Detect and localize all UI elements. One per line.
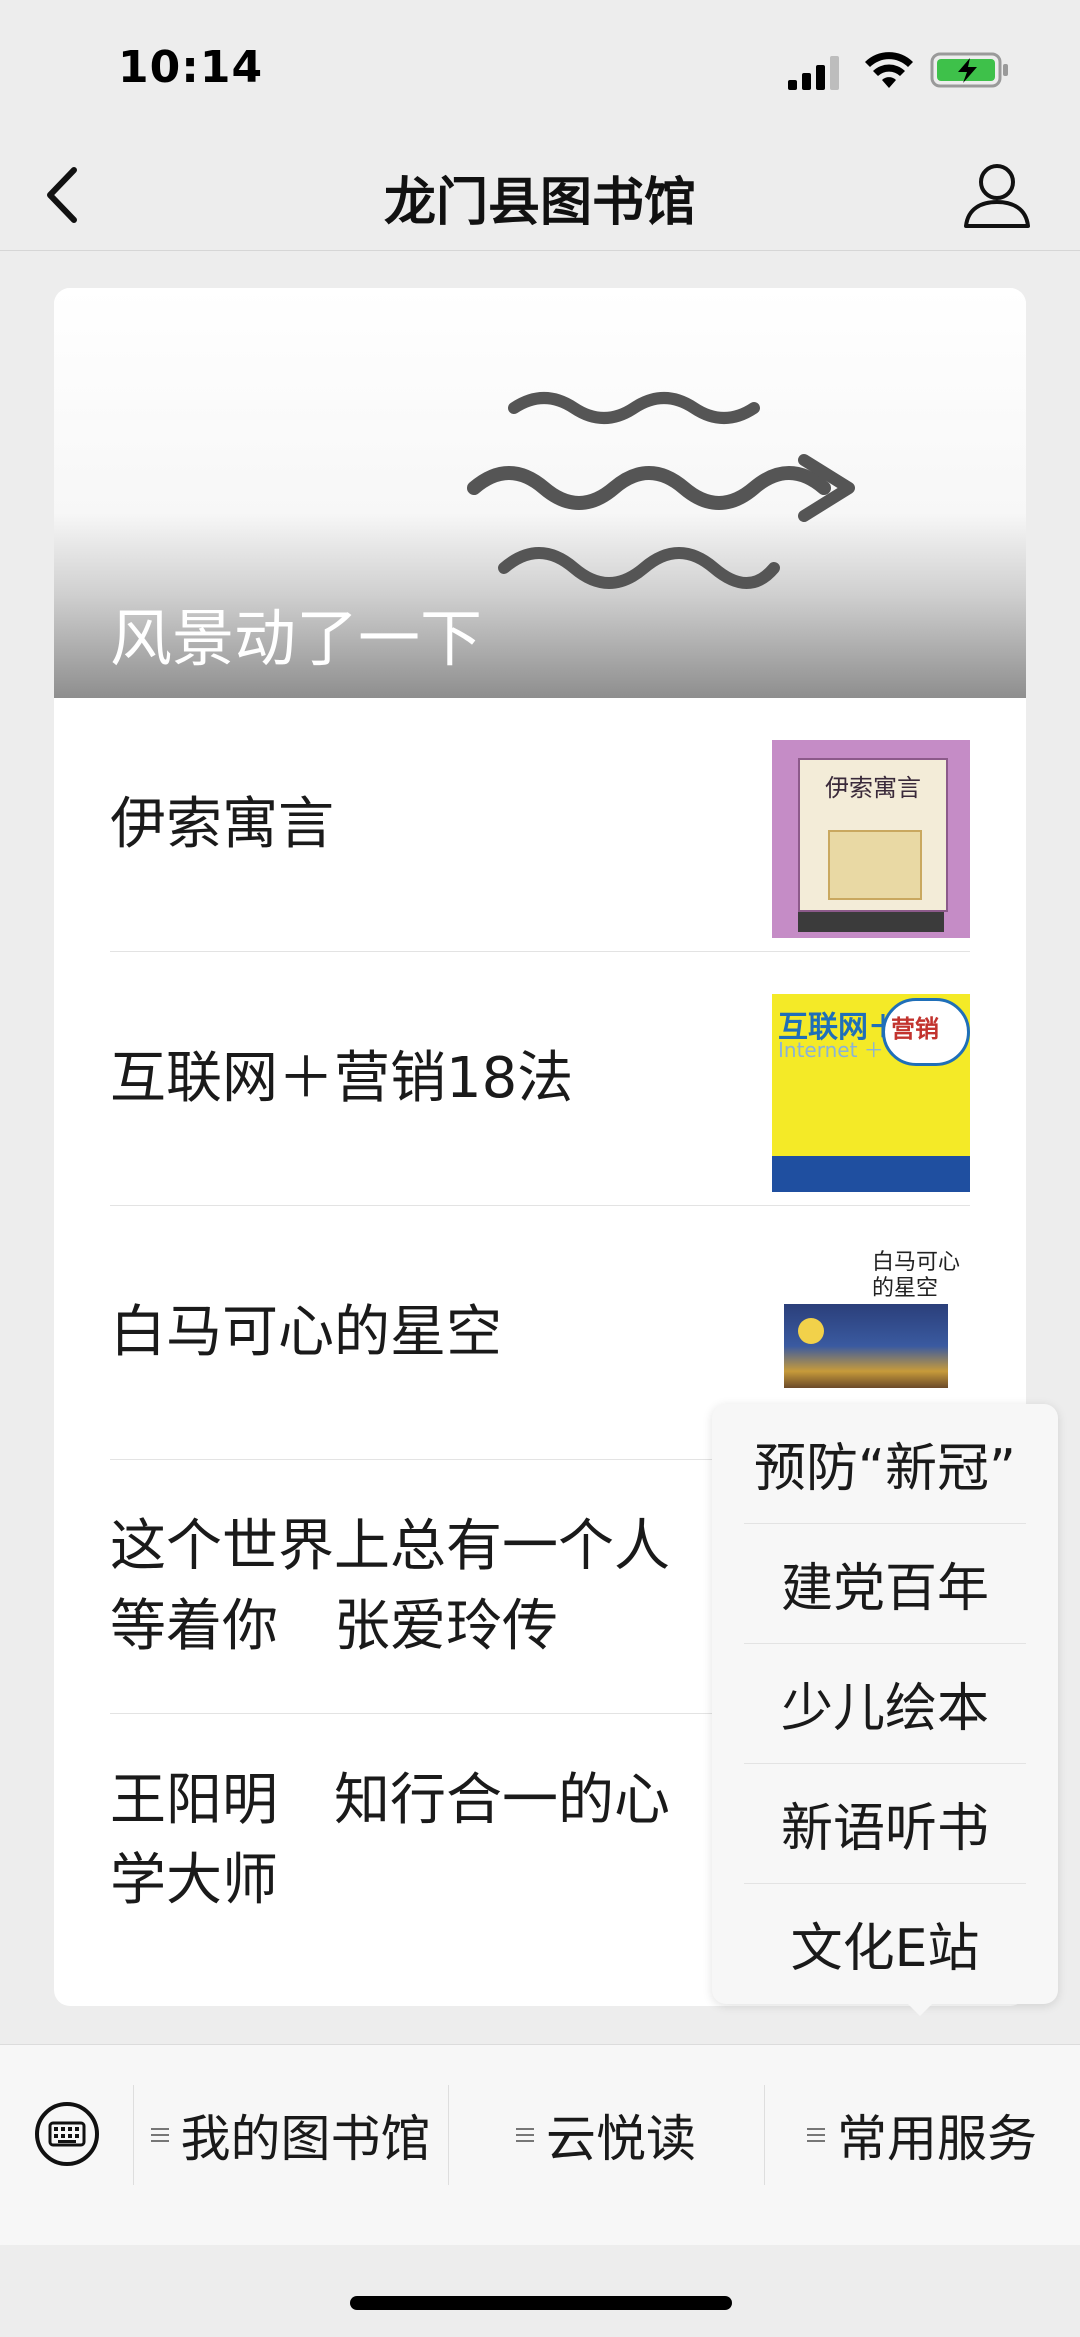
thumb-title: 白马可心的星空 xyxy=(872,1250,961,1301)
home-indicator[interactable] xyxy=(350,2296,732,2310)
thumb-badge: 营销 xyxy=(891,1015,939,1043)
article-title: 这个世界上总有一个人等着你 张爱玲传 xyxy=(110,1513,670,1659)
bottom-menu-bar: 我的图书馆 云悦读 常用服务 xyxy=(0,2044,1080,2245)
wave-arrow-illustration xyxy=(467,392,855,589)
article-title: 王阳明 知行合一的心学大师 xyxy=(110,1767,670,1913)
submenu-item-prevention[interactable]: 预防“新冠” xyxy=(744,1404,1026,1524)
wifi-icon xyxy=(865,52,913,88)
keyboard-icon[interactable] xyxy=(34,2101,100,2167)
menu-my-library[interactable]: 我的图书馆 xyxy=(133,2085,448,2185)
starry-painting xyxy=(784,1304,948,1388)
service-submenu: 预防“新冠” 建党百年 少儿绘本 新语听书 文化E站 xyxy=(712,1404,1058,2004)
submenu-pointer xyxy=(904,2000,936,2016)
speech-bubble: 营销 xyxy=(882,998,970,1066)
submenu-item-audiobooks[interactable]: 新语听书 xyxy=(744,1764,1026,1884)
list-icon xyxy=(807,2128,825,2142)
page-title: 龙门县图书馆 xyxy=(383,173,696,233)
thumb-subtitle: Internet ＋ xyxy=(778,1038,884,1062)
submenu-item-party-centenary[interactable]: 建党百年 xyxy=(744,1524,1026,1644)
cover-title: 风景动了一下 xyxy=(110,602,483,675)
menu-cloud-reading[interactable]: 云悦读 xyxy=(448,2085,764,2185)
list-item[interactable]: 伊索寓言 伊索寓言 xyxy=(110,698,970,952)
book-cover-frame: 伊索寓言 xyxy=(798,758,948,912)
user-icon[interactable] xyxy=(960,158,1034,232)
submenu-item-culture-station[interactable]: 文化E站 xyxy=(744,1884,1026,2003)
article-title: 白马可心的星空 xyxy=(110,1299,502,1365)
article-thumbnail: 互联网＋ Internet ＋ 营销 xyxy=(772,994,970,1192)
book-cover-band xyxy=(772,1156,970,1192)
moon-shape xyxy=(798,1318,824,1344)
article-title: 伊索寓言 xyxy=(110,791,334,857)
book-cover-band xyxy=(798,912,944,932)
status-time: 10:14 xyxy=(118,42,264,93)
menu-label: 常用服务 xyxy=(837,2110,1037,2168)
article-title: 互联网＋营销18法 xyxy=(110,1045,574,1111)
nav-bar: 龙门县图书馆 xyxy=(0,140,1080,251)
list-icon xyxy=(150,2128,169,2142)
list-icon xyxy=(516,2128,534,2142)
menu-label: 我的图书馆 xyxy=(180,2110,431,2168)
book-cover-picture xyxy=(828,830,922,900)
cover-article[interactable]: 风景动了一下 xyxy=(54,288,1026,698)
article-thumbnail: 伊索寓言 xyxy=(772,740,970,938)
status-bar: 10:14 xyxy=(0,0,1080,140)
menu-common-services[interactable]: 常用服务 xyxy=(764,2085,1080,2185)
submenu-item-picture-books[interactable]: 少儿绘本 xyxy=(744,1644,1026,1764)
list-item[interactable]: 互联网＋营销18法 互联网＋ Internet ＋ 营销 xyxy=(110,952,970,1206)
thumb-title: 伊索寓言 xyxy=(825,774,921,802)
battery-icon xyxy=(930,52,1008,88)
signal-icon xyxy=(788,56,839,90)
menu-label: 云悦读 xyxy=(546,2110,696,2168)
